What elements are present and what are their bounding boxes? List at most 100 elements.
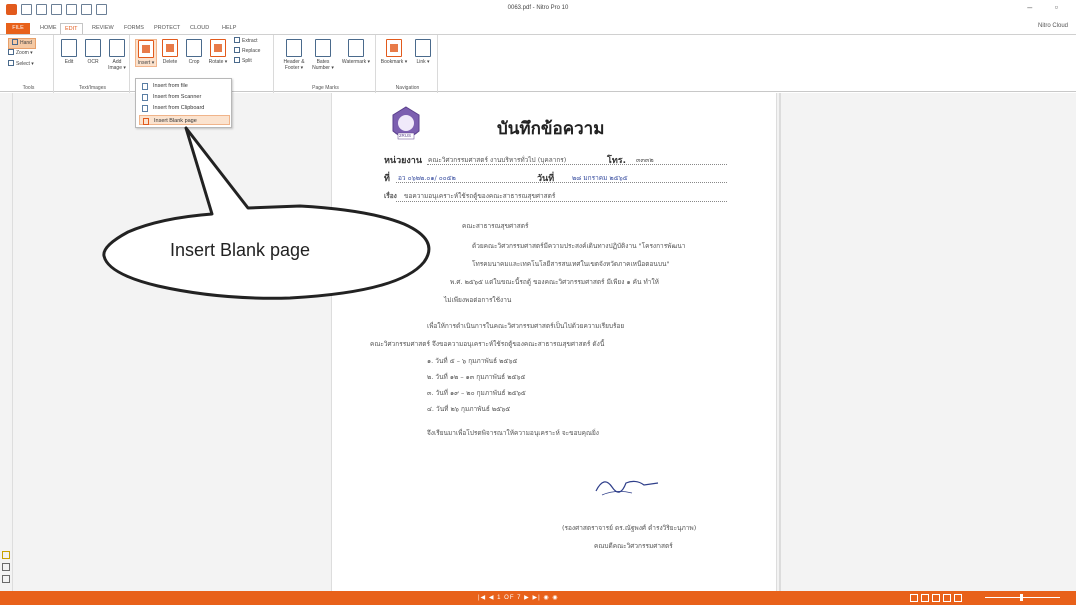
facing-continuous-view-icon[interactable] [943, 594, 951, 602]
zoom-slider-handle[interactable] [1020, 594, 1023, 601]
tab-protect[interactable]: PROTECT [150, 23, 184, 34]
status-bar: |◀ ◀ 1 OF 7 ▶ ▶| ◉ ◉ [0, 591, 1076, 605]
tab-edit[interactable]: EDIT [60, 23, 83, 34]
clipboard-icon [142, 105, 148, 112]
blank-page-icon [143, 118, 149, 125]
delete-label: Delete [162, 59, 178, 65]
select-icon [8, 60, 14, 66]
hand-icon [12, 39, 18, 45]
insert-button[interactable]: Insert ▾ [135, 39, 157, 67]
watermark-button[interactable]: Watermark ▾ [340, 39, 372, 65]
menu-bar: FILE HOME EDIT REVIEW FORMS PROTECT CLOU… [0, 22, 1076, 34]
split-label: Split [242, 58, 252, 64]
ocr-label: OCR [87, 59, 99, 65]
tab-review[interactable]: REVIEW [88, 23, 118, 34]
zoom-icon [8, 49, 14, 55]
agency-label: หน่วยงาน [384, 156, 423, 166]
watermark-label: Watermark ▾ [341, 59, 371, 65]
header-footer-button[interactable]: Header & Footer ▾ [280, 39, 308, 71]
facing-view-icon[interactable] [932, 594, 940, 602]
tab-file[interactable]: FILE [6, 23, 30, 34]
closing-line: จึงเรียนมาเพื่อโปรดพิจารณาให้ความอนุเครา… [427, 429, 599, 437]
pdf-page[interactable]: 2RUS บันทึกข้อความ หน่วยงาน คณะวิศวกรรมศ… [331, 93, 777, 591]
comments-panel-icon[interactable] [2, 551, 10, 559]
subject-underline [396, 201, 727, 202]
fit-view-icon[interactable] [954, 594, 962, 602]
insert-from-clipboard-label: Insert from Clipboard [153, 105, 205, 111]
add-image-label: Add Image ▾ [108, 59, 126, 71]
split-button[interactable]: Split [234, 57, 252, 66]
bookmark-button[interactable]: Bookmark ▾ [380, 39, 408, 65]
tab-home[interactable]: HOME [36, 23, 61, 34]
crop-button[interactable]: Crop [183, 39, 205, 65]
nitro-cloud-link[interactable]: Nitro Cloud [1038, 23, 1068, 29]
memo-heading: บันทึกข้อความ [497, 119, 605, 139]
single-page-view-icon[interactable] [910, 594, 918, 602]
insert-dropdown-menu: Insert from file Insert from Scanner Ins… [135, 78, 232, 128]
menu-item-insert-from-scanner[interactable]: Insert from Scanner [139, 92, 230, 102]
menu-item-insert-blank-page[interactable]: Insert Blank page [139, 115, 230, 125]
tab-forms[interactable]: FORMS [120, 23, 148, 34]
continuous-view-icon[interactable] [921, 594, 929, 602]
replace-label: Replace [242, 48, 261, 54]
page-navigator[interactable]: |◀ ◀ 1 OF 7 ▶ ▶| ◉ ◉ [478, 594, 559, 601]
insert-page-icon [138, 40, 154, 58]
delete-button[interactable]: Delete [159, 39, 181, 65]
para1-line3: พ.ศ. ๒๕๖๕ แต่ในขณะนี้รถตู้ ของคณะวิศวกรร… [450, 278, 659, 286]
text-images-group-label: Text/Images [79, 85, 106, 91]
seal-lettering: 2RUS [399, 133, 412, 138]
scanner-icon [142, 94, 148, 101]
attachments-panel-icon[interactable] [2, 563, 10, 571]
title-bar: 0063.pdf - Nitro Pro 10 – ▫ [0, 0, 1076, 22]
zoom-tool-button[interactable]: Zoom ▾ [8, 49, 33, 58]
next-view-icon[interactable]: ◉ [552, 595, 558, 601]
extract-button[interactable]: Extract [234, 37, 258, 46]
callout-text: Insert Blank page [169, 240, 311, 260]
select-tool-button[interactable]: Select ▾ [8, 60, 34, 69]
date-item-4: ๔. วันที่ ๒๖ กุมภาพันธ์ ๒๕๖๕ [427, 405, 511, 413]
ref-label: ที่ [384, 174, 390, 184]
hand-tool-button[interactable]: Hand [8, 38, 36, 49]
ocr-button[interactable]: OCR [82, 39, 104, 65]
select-label: Select ▾ [16, 61, 34, 67]
first-page-icon[interactable]: |◀ [478, 595, 486, 601]
tab-cloud[interactable]: CLOUD [186, 23, 213, 34]
add-image-button[interactable]: Add Image ▾ [106, 39, 128, 71]
tab-help[interactable]: HELP [218, 23, 240, 34]
bookmark-label: Bookmark ▾ [380, 59, 408, 65]
pages-panel-icon[interactable] [2, 575, 10, 583]
image-icon [109, 39, 125, 57]
previous-view-icon[interactable]: ◉ [543, 595, 549, 601]
watermark-icon [348, 39, 364, 57]
page-indicator[interactable]: 1 OF 7 [497, 595, 521, 601]
last-page-icon[interactable]: ▶| [532, 595, 540, 601]
rotate-icon [210, 39, 226, 57]
window-controls[interactable]: – ▫ [1027, 2, 1068, 12]
replace-button[interactable]: Replace [234, 47, 260, 56]
header-footer-icon [286, 39, 302, 57]
view-mode-icons [910, 594, 962, 602]
menu-item-insert-from-file[interactable]: Insert from file [139, 81, 230, 91]
menu-item-insert-from-clipboard[interactable]: Insert from Clipboard [139, 103, 230, 113]
insert-blank-page-label: Insert Blank page [154, 118, 197, 124]
para2-line1: เพื่อให้การดำเนินการในคณะวิศวกรรมศาสตร์เ… [427, 322, 625, 330]
header-footer-label: Header & Footer ▾ [283, 59, 305, 71]
bates-number-button[interactable]: Bates Number ▾ [310, 39, 336, 71]
link-button[interactable]: Link ▾ [412, 39, 434, 65]
extract-icon [234, 37, 240, 43]
to-line: คณะสาธารณสุขศาสตร์ [462, 222, 529, 230]
page-marks-group: Header & Footer ▾ Bates Number ▾ Waterma… [276, 35, 376, 93]
previous-page-icon[interactable]: ◀ [489, 595, 495, 601]
ocr-icon [85, 39, 101, 57]
edit-label: Edit [64, 59, 74, 65]
edit-button[interactable]: Edit [58, 39, 80, 65]
insert-label: Insert ▾ [137, 60, 155, 66]
zoom-label: Zoom ▾ [16, 50, 33, 56]
next-page-icon[interactable]: ▶ [524, 595, 530, 601]
file-icon [142, 83, 148, 90]
rotate-button[interactable]: Rotate ▾ [207, 39, 229, 65]
ref-underline [396, 182, 727, 183]
rotate-label: Rotate ▾ [208, 59, 228, 65]
navigation-group-label: Navigation [395, 85, 420, 91]
edit-text-icon [61, 39, 77, 57]
